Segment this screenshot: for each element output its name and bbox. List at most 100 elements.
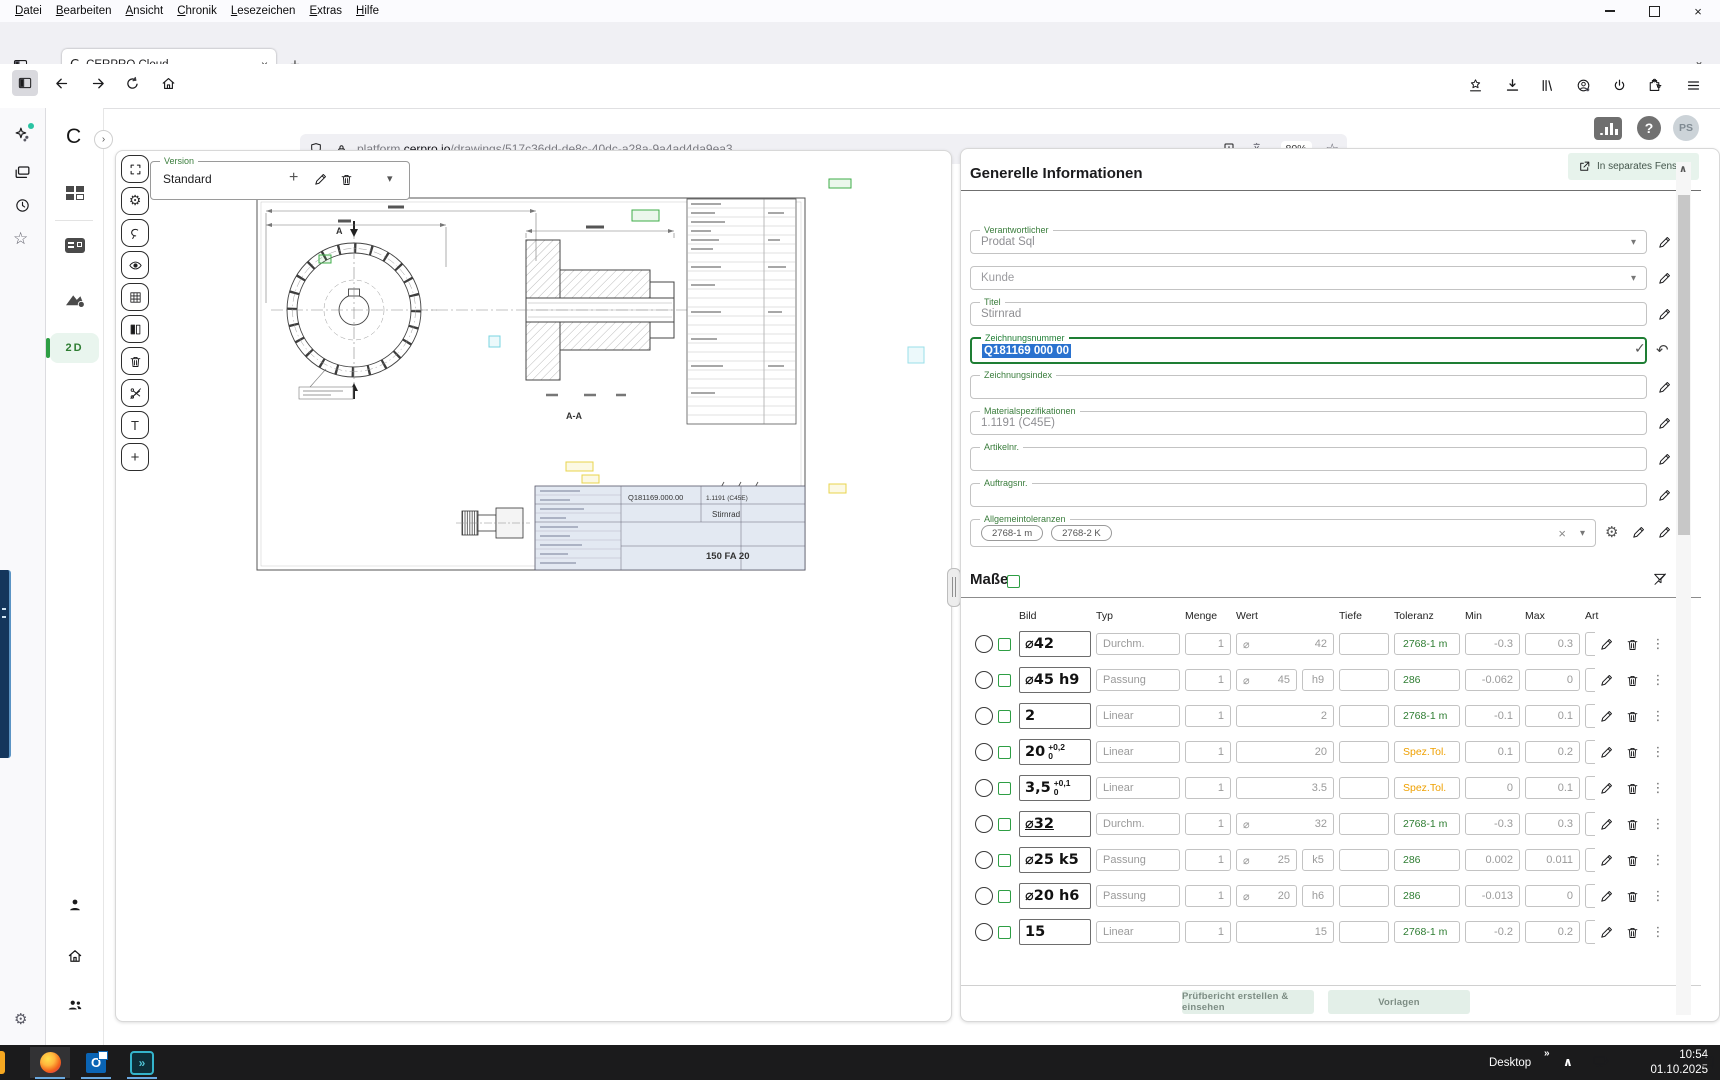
menge-input[interactable]: 1 — [1185, 849, 1231, 871]
art-select-clipped[interactable] — [1585, 668, 1595, 692]
art-select-clipped[interactable] — [1585, 704, 1595, 728]
row-checkbox[interactable] — [998, 746, 1011, 759]
menu-hilfe[interactable]: Hilfe — [349, 3, 386, 19]
account-icon[interactable] — [1575, 77, 1592, 94]
close-button[interactable]: × — [1676, 0, 1720, 22]
row-edit-pencil-icon[interactable] — [1599, 781, 1614, 796]
taskbar-desktop-label[interactable]: Desktop — [1489, 1057, 1531, 1069]
art-select-clipped[interactable] — [1585, 884, 1595, 908]
row-radio[interactable] — [975, 779, 993, 797]
edit-pencil-icon[interactable] — [1657, 307, 1672, 322]
row-more-kebab-icon[interactable]: ⋮ — [1651, 925, 1665, 940]
edit-pencil-icon[interactable] — [1657, 271, 1672, 286]
field-kunde[interactable]: Kunde ▾ — [970, 266, 1647, 290]
row-edit-pencil-icon[interactable] — [1599, 817, 1614, 832]
edit-pencil-icon[interactable] — [1657, 452, 1672, 467]
background-window-edge[interactable] — [0, 570, 11, 758]
field-verantwortlicher[interactable]: Verantwortlicher Prodat Sql ▾ — [970, 230, 1647, 254]
menu-chronik[interactable]: Chronik — [170, 3, 224, 19]
version-selector[interactable]: Version Standard + ▾ — [150, 161, 410, 200]
bild-input[interactable]: ⌀32 — [1019, 811, 1091, 837]
row-delete-trash-icon[interactable] — [1625, 925, 1640, 940]
synced-tabs-icon[interactable] — [13, 163, 32, 182]
min-input[interactable]: -0.3 — [1465, 633, 1520, 655]
tiefe-input[interactable] — [1339, 849, 1389, 871]
field-auftragsnr[interactable]: Auftragsnr. — [970, 483, 1647, 507]
toleranz-input[interactable]: 2768-1 m — [1394, 921, 1460, 943]
field-artikelnr[interactable]: Artikelnr. — [970, 447, 1647, 471]
row-checkbox[interactable] — [998, 890, 1011, 903]
max-input[interactable]: 0.1 — [1525, 705, 1580, 727]
chevron-down-icon[interactable]: ▾ — [1631, 237, 1636, 248]
maximize-button[interactable] — [1632, 0, 1676, 22]
art-select-clipped[interactable] — [1585, 848, 1595, 872]
version-dropdown-caret-icon[interactable]: ▾ — [387, 172, 393, 185]
typ-input[interactable]: Linear — [1096, 777, 1180, 799]
row-checkbox[interactable] — [998, 674, 1011, 687]
version-edit-pencil-icon[interactable] — [313, 172, 328, 187]
downloads-icon[interactable] — [1504, 77, 1521, 94]
toleranz-input[interactable]: 286 — [1394, 669, 1460, 691]
tray-clock[interactable]: 10:54 01.10.2025 — [1628, 1048, 1708, 1078]
bild-input[interactable]: ⌀25 k5 — [1019, 847, 1091, 873]
row-delete-trash-icon[interactable] — [1625, 745, 1640, 760]
row-radio[interactable] — [975, 671, 993, 689]
minimize-button[interactable] — [1588, 0, 1632, 22]
menge-input[interactable]: 1 — [1185, 741, 1231, 763]
profile-person-icon[interactable] — [66, 896, 84, 914]
statistics-chart-icon[interactable] — [1594, 117, 1622, 140]
visibility-eye-button[interactable] — [121, 251, 149, 279]
art-select-clipped[interactable] — [1585, 812, 1595, 836]
chevron-down-icon[interactable]: ▾ — [1580, 528, 1585, 539]
max-input[interactable]: 0 — [1525, 669, 1580, 691]
min-input[interactable]: -0.3 — [1465, 813, 1520, 835]
bild-input[interactable]: 3,5 +0,10 — [1019, 775, 1091, 801]
tiefe-input[interactable] — [1339, 921, 1389, 943]
panel-resize-handle[interactable] — [947, 568, 961, 607]
bild-input[interactable]: 2 — [1019, 703, 1091, 729]
row-more-kebab-icon[interactable]: ⋮ — [1651, 781, 1665, 796]
typ-input[interactable]: Linear — [1096, 741, 1180, 763]
typ-input[interactable]: Linear — [1096, 705, 1180, 727]
avatar[interactable]: PS — [1673, 115, 1699, 141]
wert-input[interactable]: 3.5 — [1236, 777, 1334, 799]
passung-input[interactable]: h6 — [1302, 885, 1334, 907]
field-titel[interactable]: Titel Stirnrad — [970, 302, 1647, 326]
bild-input[interactable]: 15 — [1019, 919, 1091, 945]
menu-ansicht[interactable]: Ansicht — [119, 3, 171, 19]
tiefe-input[interactable] — [1339, 741, 1389, 763]
wert-input[interactable]: ⌀20 — [1236, 885, 1297, 907]
menge-input[interactable]: 1 — [1185, 633, 1231, 655]
wert-input[interactable]: ⌀45 — [1236, 669, 1297, 691]
row-radio[interactable] — [975, 887, 993, 905]
row-edit-pencil-icon[interactable] — [1599, 853, 1614, 868]
field-allgemeintoleranzen[interactable]: Allgemeintoleranzen 2768-1 m 2768-2 K × … — [970, 519, 1596, 547]
row-edit-pencil-icon[interactable] — [1599, 709, 1614, 724]
row-checkbox[interactable] — [998, 638, 1011, 651]
row-radio[interactable] — [975, 923, 993, 941]
tolerance-chip[interactable]: 2768-2 K — [1051, 525, 1112, 541]
hamburger-menu-icon[interactable] — [1685, 77, 1702, 94]
row-edit-pencil-icon[interactable] — [1599, 637, 1614, 652]
scroll-up-arrow[interactable]: ∧ — [1679, 164, 1687, 175]
menge-input[interactable]: 1 — [1185, 921, 1231, 943]
sidebar-expand-chevron[interactable]: › — [94, 130, 113, 149]
sidebar-item-2d[interactable]: 2D — [50, 333, 99, 363]
menge-input[interactable]: 1 — [1185, 885, 1231, 907]
reload-icon[interactable] — [124, 75, 141, 92]
wert-input[interactable]: ⌀32 — [1236, 813, 1334, 835]
row-delete-trash-icon[interactable] — [1625, 781, 1640, 796]
taskbar-outlook-icon[interactable]: O — [76, 1047, 116, 1078]
toleranz-input[interactable]: 286 — [1394, 849, 1460, 871]
tolerance-chip[interactable]: 2768-1 m — [981, 525, 1043, 541]
library-icon[interactable] — [1539, 77, 1556, 94]
scrollbar-thumb[interactable] — [1678, 195, 1690, 535]
sidebar-toggle-button[interactable] — [12, 70, 38, 96]
art-select-clipped[interactable] — [1585, 740, 1595, 764]
edit-pencil-icon[interactable] — [1657, 416, 1672, 431]
viewer-settings-button[interactable]: ⚙ — [121, 187, 149, 215]
menge-input[interactable]: 1 — [1185, 777, 1231, 799]
home-icon[interactable] — [160, 75, 177, 92]
back-icon[interactable] — [53, 75, 70, 92]
templates-button[interactable]: Vorlagen — [1328, 990, 1470, 1014]
